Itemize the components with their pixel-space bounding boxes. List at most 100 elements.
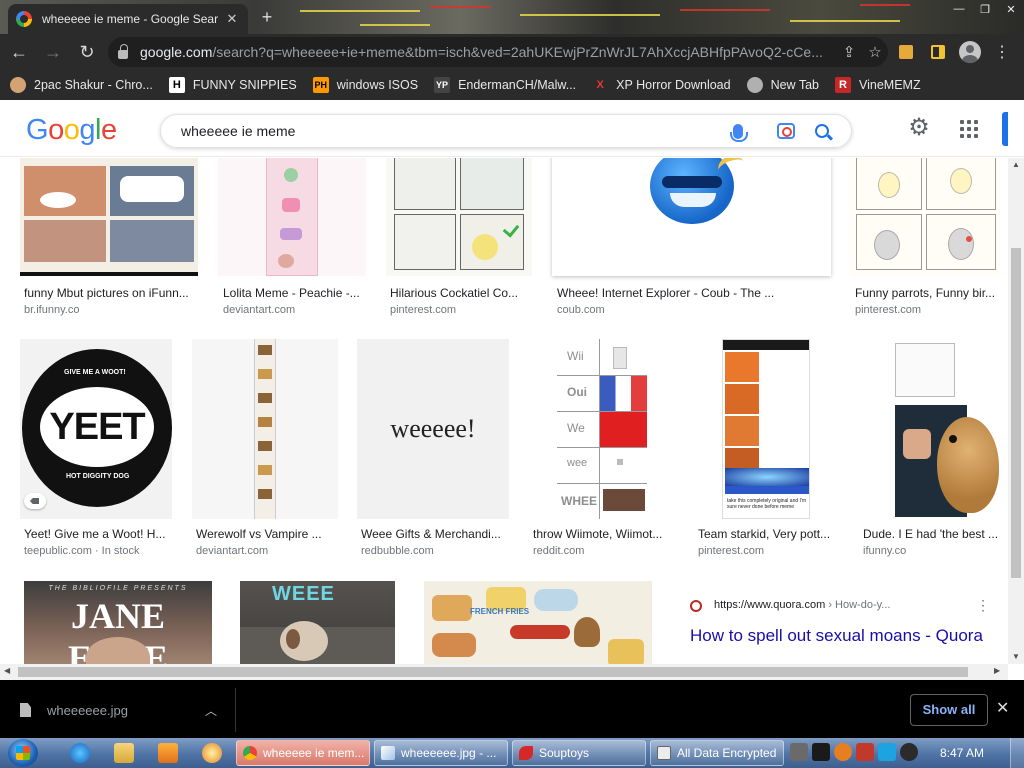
- result-source[interactable]: teepublic.com · In stock: [24, 545, 140, 557]
- result-thumbnail-wii-chart[interactable]: Wii Oui We wee WHEE: [557, 339, 647, 519]
- result-card[interactable]: Dude. I E had 'the best ... ifunny.co: [859, 339, 1008, 564]
- result-thumbnail-drake-brain-meme[interactable]: take this completely original and I'm su…: [722, 339, 810, 519]
- show-desktop-button[interactable]: [1010, 738, 1024, 768]
- settings-gear-icon[interactable]: ⚙: [907, 116, 931, 141]
- bookmark-item[interactable]: 2pac Shakur - Chro...: [10, 77, 153, 93]
- result-caption[interactable]: Werewolf vs Vampire ...: [196, 527, 340, 541]
- internet-explorer-icon[interactable]: [70, 743, 90, 763]
- quora-result[interactable]: https://www.quora.com › How-do-y... ⋮ Ho…: [676, 581, 1006, 664]
- result-source[interactable]: redbubble.com: [361, 545, 434, 557]
- voice-search-icon[interactable]: [730, 123, 748, 142]
- restore-button[interactable]: ❐: [972, 0, 998, 18]
- result-caption[interactable]: Team starkid, Very pott...: [698, 527, 842, 541]
- result-source[interactable]: pinterest.com: [855, 304, 921, 316]
- result-source[interactable]: br.ifunny.co: [24, 304, 79, 316]
- bookmark-item[interactable]: H FUNNY SNIPPIES: [168, 77, 297, 93]
- quora-url[interactable]: https://www.quora.com › How-do-y...: [714, 599, 890, 611]
- result-card[interactable]: Wheee! Internet Explorer - Coub - The ..…: [552, 158, 832, 318]
- extensions-button[interactable]: [890, 37, 922, 67]
- taskbar-button-all-data-encrypted[interactable]: All Data Encrypted: [650, 740, 784, 766]
- result-caption[interactable]: Funny parrots, Funny bir...: [855, 286, 1003, 300]
- tray-monitor-icon[interactable]: [878, 743, 896, 761]
- google-logo[interactable]: Google: [26, 114, 117, 147]
- paint-app-icon[interactable]: [202, 743, 222, 763]
- google-apps-icon[interactable]: [960, 120, 978, 138]
- result-caption[interactable]: Hilarious Cockatiel Co...: [390, 286, 530, 300]
- result-thumbnail-hamster-meme[interactable]: [889, 339, 1007, 519]
- result-thumbnail-comic-cats[interactable]: [20, 158, 198, 276]
- result-card[interactable]: Werewolf vs Vampire ... deviantart.com: [192, 339, 342, 564]
- scroll-right-arrow-icon[interactable]: ▶: [994, 666, 1000, 675]
- result-source[interactable]: ifunny.co: [863, 545, 906, 557]
- share-icon[interactable]: ⇪: [836, 43, 862, 61]
- vertical-scroll-thumb[interactable]: [1011, 248, 1021, 578]
- result-card[interactable]: THE BIBLIOFILE PRESENTS JANE EYRE: [24, 581, 212, 664]
- bookmark-item[interactable]: X XP Horror Download: [592, 77, 731, 93]
- result-thumbnail-yeet-sticker[interactable]: YEET GIVE ME A WOOT! HOT DIGGITY DOG: [20, 339, 172, 519]
- result-source[interactable]: deviantart.com: [196, 545, 268, 557]
- bookmark-item[interactable]: PH windows ISOS: [312, 77, 418, 93]
- back-button[interactable]: ←: [4, 37, 34, 67]
- media-player-icon[interactable]: [158, 743, 178, 763]
- result-thumbnail-ie-logo-face[interactable]: [552, 158, 831, 276]
- result-thumbnail-tall-strip-pink[interactable]: [218, 158, 366, 276]
- result-thumbnail-parrot-comic[interactable]: [850, 158, 1000, 276]
- result-card[interactable]: Funny parrots, Funny bir... pinterest.co…: [850, 158, 1008, 318]
- tray-search-icon[interactable]: [834, 743, 852, 761]
- result-thumbnail-weeee-text[interactable]: weeeee!: [357, 339, 509, 519]
- search-icon[interactable]: [815, 124, 829, 138]
- horizontal-scrollbar[interactable]: ◀ ▶: [0, 664, 1008, 680]
- result-source[interactable]: coub.com: [557, 304, 605, 316]
- bookmark-star-icon[interactable]: ☆: [862, 43, 888, 61]
- taskbar-button-souptoys[interactable]: Souptoys: [512, 740, 646, 766]
- browser-tab[interactable]: wheeeee ie meme - Google Sear ✕: [8, 4, 248, 34]
- result-thumbnail-tall-strip-brown[interactable]: [192, 339, 338, 519]
- close-window-button[interactable]: ✕: [998, 0, 1024, 18]
- bookmark-item[interactable]: YP EndermanCH/Malw...: [434, 77, 576, 93]
- download-item[interactable]: wheeeeee.jpg ︿: [0, 688, 236, 732]
- scroll-up-arrow-icon[interactable]: ▲: [1012, 160, 1020, 169]
- result-card[interactable]: Hilarious Cockatiel Co... pinterest.com: [386, 158, 534, 318]
- result-source[interactable]: reddit.com: [533, 545, 584, 557]
- result-source[interactable]: deviantart.com: [223, 304, 295, 316]
- file-explorer-icon[interactable]: [114, 743, 134, 763]
- tray-x-icon[interactable]: [812, 743, 830, 761]
- horizontal-scroll-thumb[interactable]: [18, 667, 968, 677]
- quora-title[interactable]: How to spell out sexual moans - Quora: [690, 625, 990, 647]
- search-box[interactable]: wheeeee ie meme: [160, 114, 852, 148]
- menu-button[interactable]: ⋮: [986, 37, 1018, 67]
- result-card[interactable]: take this completely original and I'm su…: [694, 339, 844, 564]
- image-search-icon[interactable]: [777, 123, 795, 139]
- taskbar-button-paint[interactable]: wheeeeee.jpg - ...: [374, 740, 508, 766]
- scroll-left-arrow-icon[interactable]: ◀: [4, 666, 10, 675]
- tray-speaker-icon[interactable]: [900, 743, 918, 761]
- sign-in-button[interactable]: [1002, 112, 1008, 146]
- result-card[interactable]: funny Mbut pictures on iFunn... br.ifunn…: [20, 158, 200, 318]
- forward-button[interactable]: →: [38, 37, 68, 67]
- result-thumbnail-jane-eyre[interactable]: THE BIBLIOFILE PRESENTS JANE EYRE: [24, 581, 212, 664]
- result-caption[interactable]: Weee Gifts & Merchandi...: [361, 527, 511, 541]
- minimize-button[interactable]: —: [946, 0, 972, 18]
- address-bar[interactable]: google.com/search?q=wheeeee+ie+meme&tbm=…: [108, 37, 888, 67]
- result-card[interactable]: WEEE: [240, 581, 395, 664]
- result-card[interactable]: weeeee! Weee Gifts & Merchandi... redbub…: [357, 339, 513, 564]
- result-card[interactable]: Wii Oui We wee WHEE throw Wiimote, Wiimo…: [529, 339, 679, 564]
- start-button[interactable]: [8, 739, 38, 767]
- side-panel-button[interactable]: [922, 37, 954, 67]
- bookmark-item[interactable]: New Tab: [746, 77, 819, 93]
- close-download-bar-icon[interactable]: ✕: [996, 698, 1009, 718]
- new-tab-button[interactable]: +: [256, 7, 278, 29]
- chevron-up-icon[interactable]: ︿: [205, 702, 217, 719]
- search-query[interactable]: wheeeee ie meme: [181, 123, 733, 139]
- tray-app-icon[interactable]: [790, 743, 808, 761]
- tab-close-icon[interactable]: ✕: [224, 11, 240, 27]
- result-caption[interactable]: Wheee! Internet Explorer - Coub - The ..…: [557, 286, 827, 300]
- show-all-button[interactable]: Show all: [910, 694, 988, 726]
- result-caption[interactable]: Dude. I E had 'the best ...: [863, 527, 1003, 541]
- vertical-scrollbar[interactable]: ▲ ▼: [1008, 158, 1024, 664]
- result-caption[interactable]: funny Mbut pictures on iFunn...: [24, 286, 200, 300]
- result-caption[interactable]: Lolita Meme - Peachie -...: [223, 286, 368, 300]
- result-card[interactable]: FRENCH FRIES: [424, 581, 652, 664]
- result-caption[interactable]: throw Wiimote, Wiimot...: [533, 527, 677, 541]
- result-source[interactable]: pinterest.com: [390, 304, 456, 316]
